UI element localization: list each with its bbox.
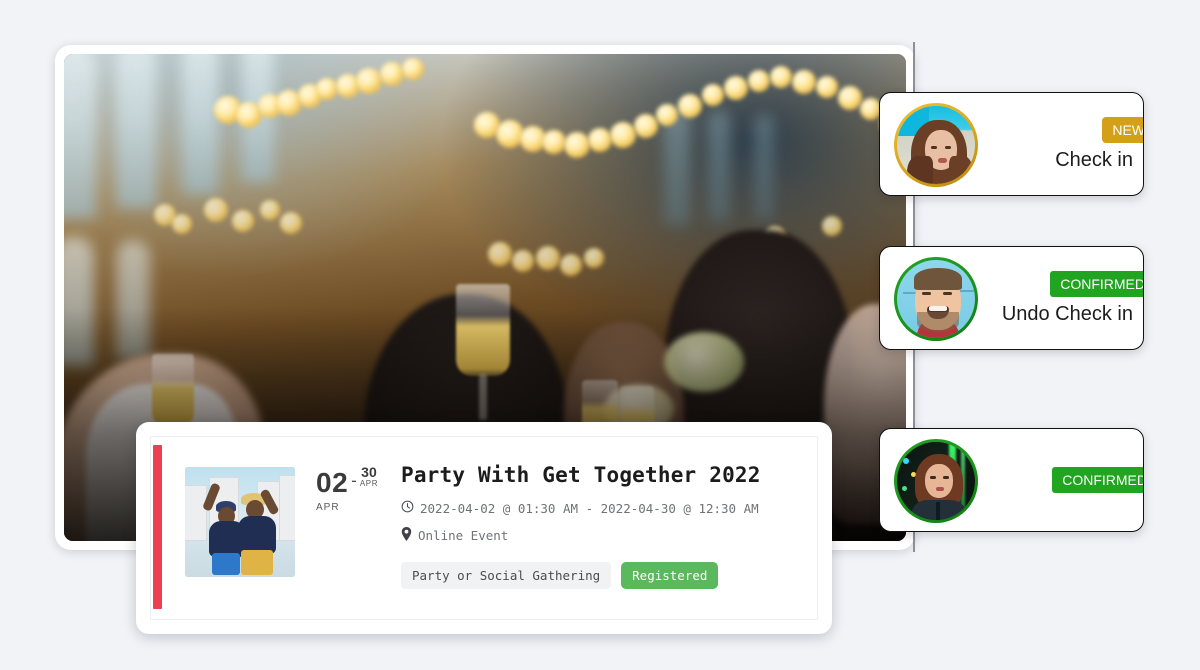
event-start-day: 02 bbox=[316, 467, 349, 498]
status-badge-confirmed: CONFIRMED bbox=[1050, 270, 1143, 297]
undo-check-in-button[interactable]: Undo Check in bbox=[1002, 303, 1143, 326]
event-location: Online Event bbox=[418, 528, 509, 543]
attendee-3-actions: CONFIRMED bbox=[990, 429, 1143, 531]
clock-icon bbox=[401, 500, 414, 516]
event-accent-bar bbox=[153, 445, 162, 609]
avatar[interactable] bbox=[894, 439, 978, 523]
status-badge-new: NEW bbox=[1102, 116, 1143, 143]
event-end-month: APR bbox=[359, 479, 379, 488]
avatar-image-attendee-3 bbox=[897, 442, 975, 520]
attendee-card-3[interactable]: CONFIRMED bbox=[879, 428, 1144, 532]
event-date-separator: - bbox=[351, 471, 357, 490]
event-card[interactable]: 02- 30 APR APR Party With Get Together 2… bbox=[136, 422, 832, 634]
attendee-2-actions: CONFIRMED Undo Check in bbox=[990, 247, 1143, 349]
event-time-range: 2022-04-02 @ 01:30 AM - 2022-04-30 @ 12:… bbox=[420, 500, 759, 516]
check-in-button[interactable]: Check in bbox=[1055, 149, 1143, 172]
event-category-tag[interactable]: Party or Social Gathering bbox=[401, 562, 612, 589]
map-pin-icon bbox=[401, 527, 412, 544]
screenshot-stage: 02- 30 APR APR Party With Get Together 2… bbox=[0, 0, 1200, 670]
avatar[interactable] bbox=[894, 257, 978, 341]
event-status-badge[interactable]: Registered bbox=[621, 562, 719, 589]
card-stack-edge bbox=[879, 542, 1144, 558]
event-end-day: 30 bbox=[361, 464, 377, 480]
event-card-inner-panel: 02- 30 APR APR Party With Get Together 2… bbox=[150, 436, 818, 620]
attendee-card-1[interactable]: NEW Check in bbox=[879, 92, 1144, 196]
avatar[interactable] bbox=[894, 103, 978, 187]
event-details: Party With Get Together 2022 2022-04-02 … bbox=[401, 463, 803, 589]
card-stack-edge bbox=[879, 530, 1144, 546]
event-location-row: Online Event bbox=[401, 527, 803, 544]
card-stack-edge bbox=[879, 536, 1144, 552]
event-tags-row: Party or Social Gathering Registered bbox=[401, 562, 803, 589]
event-thumbnail bbox=[185, 467, 295, 577]
avatar-image-attendee-2 bbox=[897, 260, 975, 338]
status-badge-confirmed: CONFIRMED bbox=[1052, 467, 1143, 493]
event-title: Party With Get Together 2022 bbox=[401, 463, 761, 487]
card-stack-edge bbox=[879, 548, 1144, 564]
attendee-card-2[interactable]: CONFIRMED Undo Check in bbox=[879, 246, 1144, 350]
avatar-image-attendee-1 bbox=[897, 106, 975, 184]
attendee-1-actions: NEW Check in bbox=[990, 93, 1143, 195]
event-time-row: 2022-04-02 @ 01:30 AM - 2022-04-30 @ 12:… bbox=[401, 500, 803, 516]
